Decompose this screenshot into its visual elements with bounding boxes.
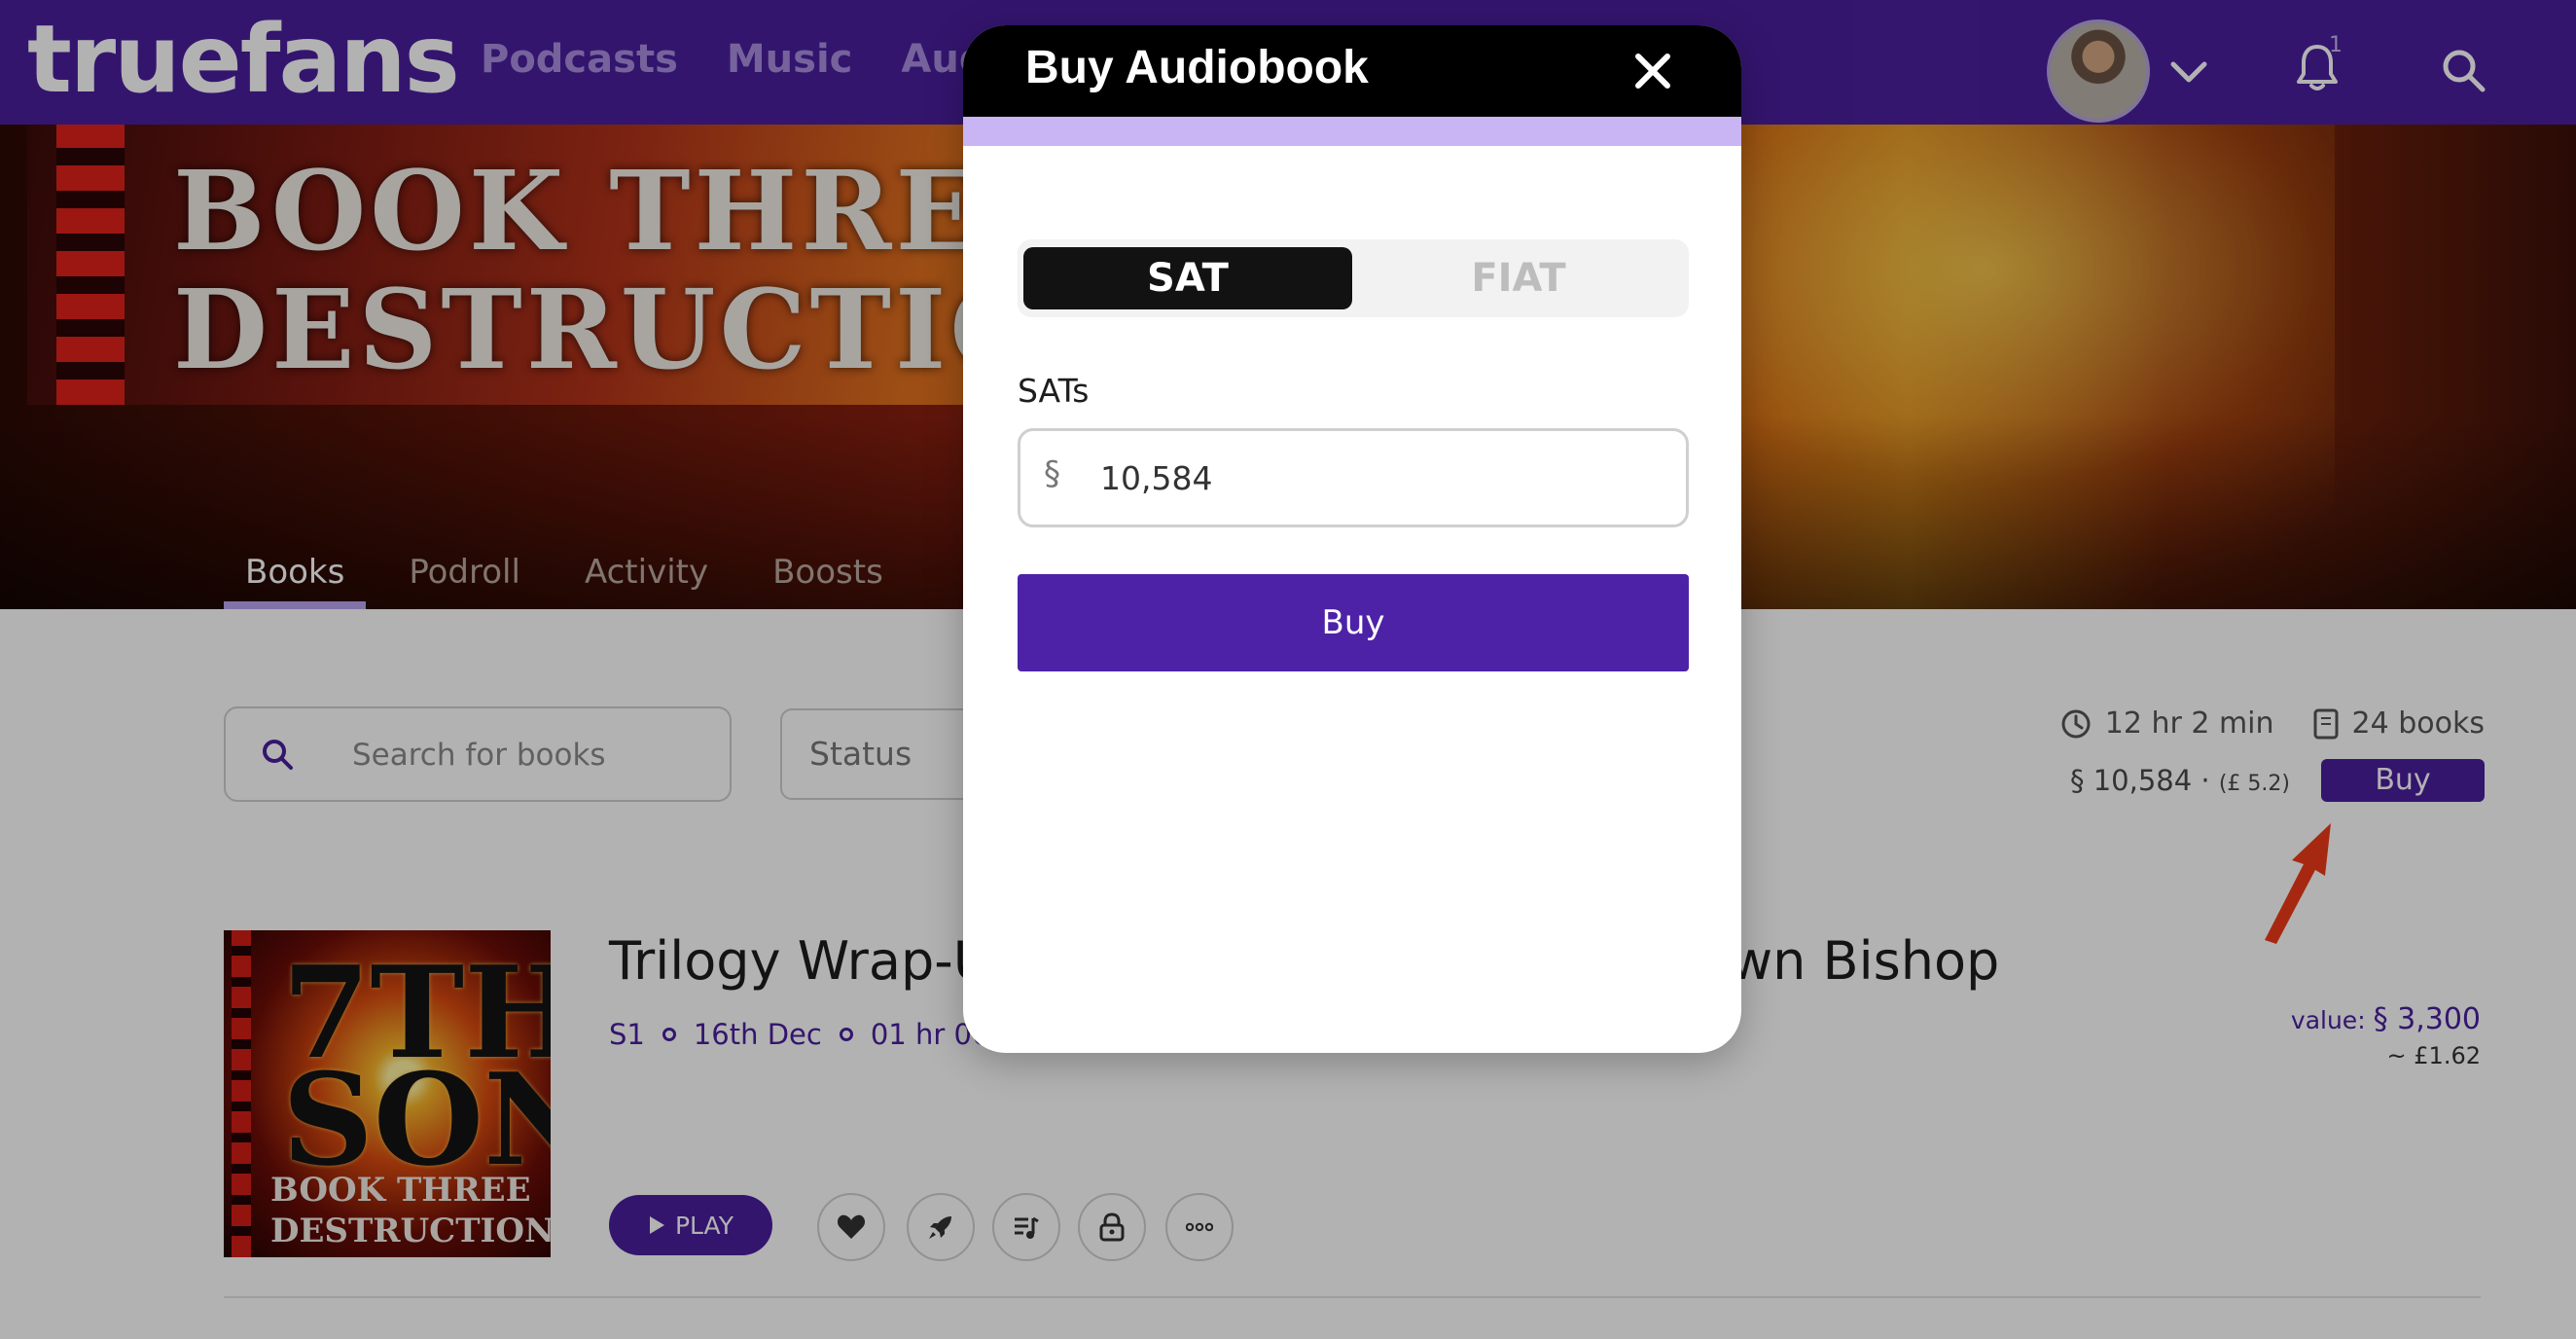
amount-field[interactable]: § — [1018, 428, 1689, 527]
amount-input[interactable] — [1100, 451, 1664, 505]
modal-accent-band — [963, 117, 1741, 146]
toggle-fiat[interactable]: FIAT — [1354, 247, 1683, 309]
amount-label: SATs — [1018, 372, 1090, 410]
sats-symbol: § — [1044, 454, 1060, 493]
toggle-sat[interactable]: SAT — [1023, 247, 1352, 309]
modal-header: Buy Audiobook — [963, 25, 1741, 117]
close-icon[interactable] — [1628, 47, 1677, 95]
modal-title: Buy Audiobook — [1025, 42, 1369, 93]
buy-audiobook-modal: Buy Audiobook SAT FIAT SATs § Buy — [963, 25, 1741, 1053]
modal-buy-button[interactable]: Buy — [1018, 574, 1689, 671]
currency-toggle: SAT FIAT — [1018, 239, 1689, 317]
